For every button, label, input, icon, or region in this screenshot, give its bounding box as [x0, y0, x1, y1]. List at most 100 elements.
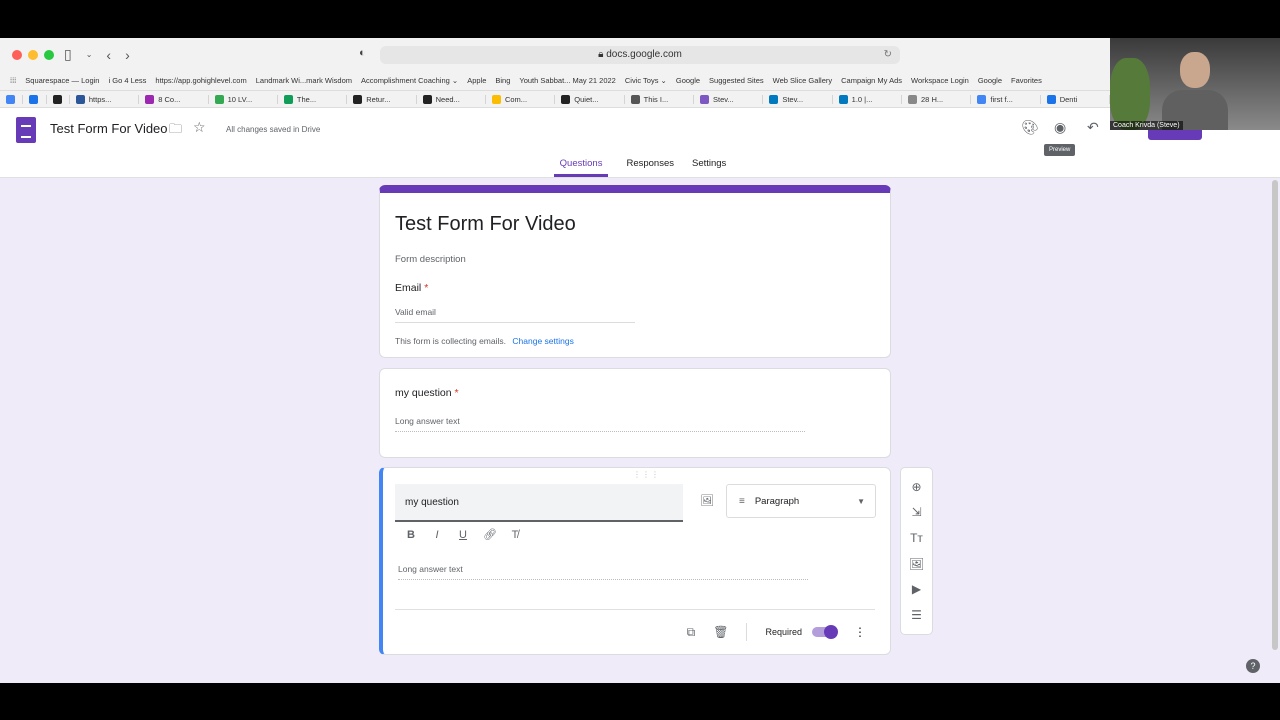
apps-grid-icon[interactable]: ⁞⁞⁞ [10, 76, 16, 85]
help-icon[interactable]: ? [1246, 659, 1260, 673]
webcam-person-head [1180, 52, 1210, 88]
bookmark-item[interactable]: Google [978, 76, 1002, 85]
tab-label: 10 LV... [227, 95, 253, 104]
tab-label: Quiet... [574, 95, 599, 104]
browser-tab[interactable]: Quiet... [555, 95, 625, 104]
bookmark-item[interactable]: Workspace Login [911, 76, 969, 85]
preview-tooltip: Preview [1044, 144, 1076, 156]
tab-responses[interactable]: Responses [626, 158, 674, 177]
browser-tab[interactable]: 28 H... [902, 95, 972, 104]
doc-title[interactable]: Test Form For Video [50, 121, 168, 136]
import-questions-icon[interactable]: ⇲ [911, 505, 921, 519]
required-asterisk: * [424, 282, 429, 294]
drag-handle-icon[interactable]: ⋮⋮⋮ [633, 470, 660, 479]
webcam-name-label: Coach Krivda (Steve) [1110, 121, 1183, 130]
bold-icon[interactable]: B [405, 529, 417, 541]
bookmark-item[interactable]: i Go 4 Less [108, 76, 146, 85]
browser-tab[interactable]: This I... [625, 95, 694, 104]
forward-icon[interactable]: › [125, 47, 130, 63]
email-label-text: Email [395, 282, 422, 294]
maximize-window-button[interactable] [44, 50, 54, 60]
browser-tab[interactable] [23, 95, 47, 104]
preview-eye-icon[interactable]: ◉ [1054, 119, 1066, 136]
bookmark-item[interactable]: Civic Toys ⌄ [625, 76, 667, 85]
bookmarks-bar: ⁞⁞⁞ Squarespace — Login i Go 4 Less http… [0, 72, 1110, 88]
google-forms-logo[interactable] [16, 117, 36, 143]
bookmark-item[interactable]: Suggested Sites [709, 76, 764, 85]
tab-label: 1.0 |... [851, 95, 873, 104]
tab-favicon-icon [75, 95, 85, 104]
add-title-icon[interactable]: Tт [910, 531, 923, 545]
duplicate-icon[interactable]: ⧉ [687, 625, 696, 640]
bookmark-item[interactable]: Youth Sabbat... May 21 2022 [519, 76, 615, 85]
delete-icon[interactable]: 🗑︎ [713, 625, 728, 639]
bookmark-item[interactable]: Bing [495, 76, 510, 85]
tab-favicon-icon [977, 95, 987, 104]
browser-tab[interactable]: Stev... [694, 95, 764, 104]
scrollbar[interactable] [1272, 180, 1278, 650]
browser-tab[interactable]: first f... [971, 95, 1041, 104]
form-title[interactable]: Test Form For Video [395, 213, 576, 236]
browser-tab[interactable]: Denti [1041, 95, 1110, 104]
change-settings-link[interactable]: Change settings [512, 336, 573, 346]
tab-settings[interactable]: Settings [692, 158, 726, 177]
more-options-icon[interactable]: ⋮ [854, 625, 866, 639]
question-card[interactable]: my question * Long answer text [379, 368, 891, 458]
link-icon[interactable]: 🔗︎ [483, 528, 497, 541]
add-video-icon[interactable]: ▶ [912, 582, 921, 596]
browser-tab[interactable]: 1.0 |... [833, 95, 903, 104]
reload-icon[interactable]: ↻ [884, 46, 892, 64]
add-image-icon[interactable]: 🖼︎ [700, 494, 714, 507]
bookmark-item[interactable]: Accomplishment Coaching ⌄ [361, 76, 458, 85]
browser-tab[interactable]: Com... [486, 95, 556, 104]
palette-icon[interactable]: 🎨︎ [1021, 119, 1039, 136]
folder-icon[interactable]: 🗀 [169, 120, 182, 142]
bookmark-item[interactable]: Apple [467, 76, 486, 85]
bookmark-item[interactable]: https://app.gohighlevel.com [155, 76, 246, 85]
tab-favicon-icon [1046, 95, 1056, 104]
bookmark-item[interactable]: Landmark Wi...mark Wisdom [256, 76, 352, 85]
question-footer: ⧉ 🗑︎ Required ⋮ [687, 623, 866, 641]
minimize-window-button[interactable] [28, 50, 38, 60]
browser-tab[interactable]: Need... [417, 95, 486, 104]
chevron-down-icon[interactable]: ⌄ [86, 50, 93, 59]
star-icon[interactable]: ☆ [193, 119, 206, 136]
add-section-icon[interactable]: ☰ [911, 608, 922, 622]
add-question-icon[interactable]: ⊕ [911, 480, 921, 494]
shield-icon[interactable]: ◐ [359, 47, 366, 59]
bookmark-item[interactable]: Campaign My Ads [841, 76, 902, 85]
address-bar[interactable]: 🔒︎ docs.google.com ↻ [380, 46, 900, 64]
tab-favicon-icon [214, 95, 224, 104]
sidebar-toggle-icon[interactable]: ▯ [64, 46, 72, 63]
back-icon[interactable]: ‹ [106, 47, 111, 63]
bookmark-item[interactable]: Google [676, 76, 700, 85]
form-description[interactable]: Form description [395, 254, 466, 265]
italic-icon[interactable]: I [431, 529, 443, 541]
bookmark-item[interactable]: Web Slice Gallery [773, 76, 832, 85]
browser-tab[interactable]: https... [70, 95, 140, 104]
browser-tab[interactable] [0, 95, 24, 104]
tab-questions[interactable]: Questions [553, 158, 609, 177]
webcam-plant [1110, 58, 1150, 130]
question-type-select[interactable]: ≡ Paragraph ▼ [726, 484, 876, 518]
form-header-card: Test Form For Video Form description Ema… [379, 185, 891, 358]
browser-tab[interactable]: 10 LV... [209, 95, 278, 104]
side-toolbar: ⊕ ⇲ Tт 🖼︎ ▶ ☰ [900, 467, 933, 635]
bookmark-item[interactable]: Favorites [1011, 76, 1042, 85]
bookmark-item[interactable]: Squarespace — Login [25, 76, 99, 85]
clear-format-icon[interactable]: T̸ [509, 529, 521, 541]
browser-tab[interactable] [47, 95, 70, 104]
browser-tab[interactable]: Retur... [347, 95, 417, 104]
browser-tab[interactable]: The... [278, 95, 348, 104]
add-image-icon[interactable]: 🖼︎ [909, 557, 924, 571]
undo-icon[interactable]: ↶ [1087, 119, 1099, 136]
underline-icon[interactable]: U [457, 529, 469, 541]
url-text: docs.google.com [606, 49, 682, 60]
required-toggle[interactable] [812, 625, 838, 639]
close-window-button[interactable] [12, 50, 22, 60]
tab-favicon-icon [52, 95, 62, 104]
browser-tab[interactable]: Stev... [763, 95, 833, 104]
browser-tab[interactable]: 8 Co... [139, 95, 209, 104]
question-title-input[interactable]: my question [395, 484, 683, 522]
screen: ▯ ⌄ ‹ › ◐ 🔒︎ docs.google.com ↻ ⁞⁞⁞ Squar… [0, 38, 1280, 683]
